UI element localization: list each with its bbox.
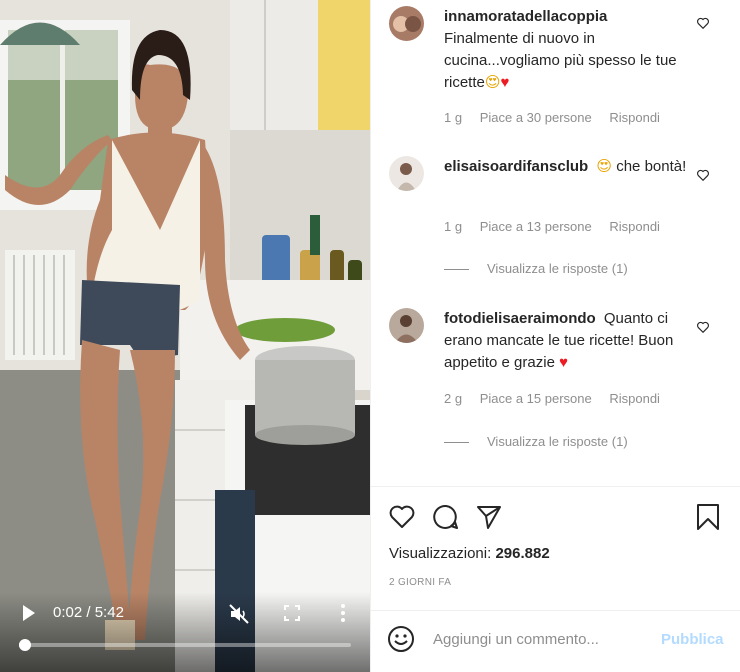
heart-eyes-emoji: 😍 bbox=[484, 74, 501, 91]
share-icon[interactable] bbox=[475, 503, 503, 531]
comment-text: fotodielisaeraimondo Quanto ci erano man… bbox=[444, 308, 694, 374]
comment-input[interactable] bbox=[433, 627, 643, 651]
comment-likes[interactable]: Piace a 30 persone bbox=[480, 110, 592, 125]
like-comment-icon[interactable] bbox=[696, 168, 710, 182]
comment-meta: 2 g Piace a 15 persone Rispondi bbox=[444, 391, 674, 406]
reply-button[interactable]: Rispondi bbox=[609, 110, 660, 125]
more-options-button[interactable] bbox=[338, 602, 348, 624]
comment-username[interactable]: fotodielisaeraimondo bbox=[444, 310, 596, 327]
fullscreen-icon bbox=[284, 605, 300, 621]
bookmark-icon[interactable] bbox=[694, 503, 722, 531]
comment-body: che bontà! bbox=[616, 158, 687, 175]
views-label: Visualizzazioni: bbox=[389, 545, 492, 562]
avatar[interactable] bbox=[389, 308, 424, 343]
view-replies-button[interactable]: Visualizza le risposte (1) bbox=[444, 434, 628, 449]
post-date[interactable]: 2 GIORNI FA bbox=[389, 577, 451, 588]
comment-age: 1 g bbox=[444, 110, 463, 125]
like-comment-icon[interactable] bbox=[696, 320, 710, 334]
time-current: 0:02 bbox=[53, 604, 83, 621]
comment-text: elisaisoardifansclub 😍 che bontà! bbox=[444, 156, 694, 178]
view-replies-label: Visualizza le risposte (1) bbox=[487, 261, 628, 276]
mute-button[interactable] bbox=[228, 603, 250, 625]
time-separator: / bbox=[86, 604, 95, 621]
comment-meta: 1 g Piace a 30 persone Rispondi bbox=[444, 110, 674, 125]
comment-body: Finalmente di nuovo in cucina...vogliamo… bbox=[444, 30, 677, 91]
avatar[interactable] bbox=[389, 6, 424, 41]
comment-username[interactable]: innamoratadellacoppia bbox=[444, 8, 607, 25]
video-player[interactable]: 0:02 / 5:42 bbox=[0, 0, 370, 672]
video-progress-bar[interactable] bbox=[19, 639, 351, 651]
views-number: 296.882 bbox=[495, 545, 550, 562]
comment-text: innamoratadellacoppia Finalmente di nuov… bbox=[444, 6, 694, 94]
comment-age: 2 g bbox=[444, 391, 463, 406]
like-comment-icon[interactable] bbox=[696, 16, 710, 30]
fullscreen-button[interactable] bbox=[284, 605, 300, 621]
red-heart-emoji: ♥ bbox=[500, 74, 510, 91]
vertical-dots-icon bbox=[341, 604, 345, 622]
comment-username[interactable]: elisaisoardifansclub bbox=[444, 158, 588, 175]
reply-button[interactable]: Rispondi bbox=[609, 391, 660, 406]
publish-button[interactable]: Pubblica bbox=[661, 631, 724, 648]
replies-divider-line bbox=[444, 269, 469, 271]
post-side-panel: innamoratadellacoppia Finalmente di nuov… bbox=[370, 0, 740, 672]
add-comment-bar: Pubblica bbox=[371, 610, 740, 672]
post-actions: Visualizzazioni: 296.882 2 GIORNI FA bbox=[371, 486, 740, 600]
comment-item: fotodielisaeraimondo Quanto ci erano man… bbox=[389, 308, 729, 458]
comments-list[interactable]: innamoratadellacoppia Finalmente di nuov… bbox=[371, 0, 740, 486]
muted-speaker-icon bbox=[229, 604, 249, 624]
comment-age: 1 g bbox=[444, 219, 463, 234]
heart-icon[interactable] bbox=[388, 503, 416, 531]
comment-item: innamoratadellacoppia Finalmente di nuov… bbox=[389, 0, 729, 140]
comment-icon[interactable] bbox=[432, 503, 460, 531]
emoji-smiley-icon[interactable] bbox=[387, 625, 415, 653]
time-total: 5:42 bbox=[94, 604, 124, 621]
comment-likes[interactable]: Piace a 13 persone bbox=[480, 219, 592, 234]
replies-divider-line bbox=[444, 442, 469, 444]
reply-button[interactable]: Rispondi bbox=[609, 219, 660, 234]
view-replies-button[interactable]: Visualizza le risposte (1) bbox=[444, 261, 628, 276]
play-icon bbox=[23, 605, 35, 621]
comment-meta: 1 g Piace a 13 persone Rispondi bbox=[444, 219, 674, 234]
video-progress-thumb[interactable] bbox=[19, 639, 31, 651]
comment-likes[interactable]: Piace a 15 persone bbox=[480, 391, 592, 406]
view-replies-label: Visualizza le risposte (1) bbox=[487, 434, 628, 449]
video-time: 0:02 / 5:42 bbox=[53, 604, 124, 621]
views-count: Visualizzazioni: 296.882 bbox=[389, 545, 550, 562]
comment-item: elisaisoardifansclub 😍 che bontà! 1 g Pi… bbox=[389, 156, 729, 286]
video-frame bbox=[0, 0, 370, 672]
avatar[interactable] bbox=[389, 156, 424, 191]
play-button[interactable] bbox=[20, 603, 38, 623]
red-heart-emoji: ♥ bbox=[559, 354, 568, 371]
heart-eyes-emoji: 😍 bbox=[596, 158, 613, 175]
